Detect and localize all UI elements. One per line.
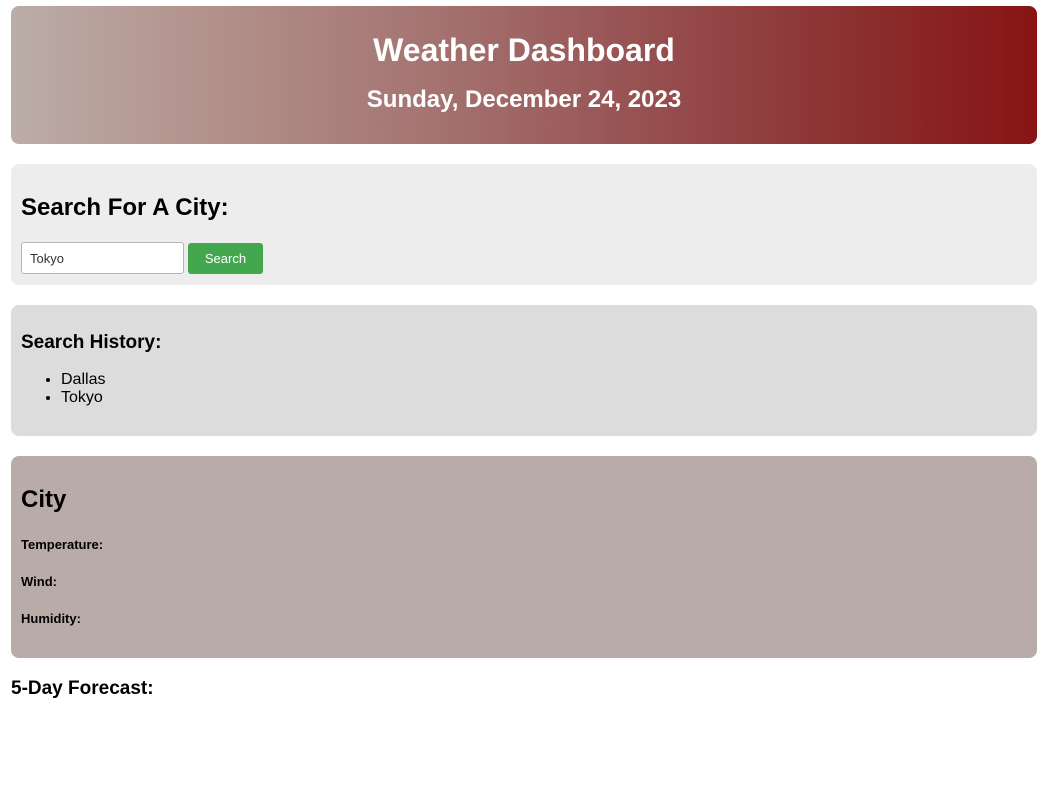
- wind-label: Wind:: [21, 574, 57, 589]
- search-history-list: Dallas Tokyo: [21, 371, 1027, 407]
- page: Weather Dashboard Sunday, December 24, 2…: [0, 0, 1049, 700]
- city-search-input[interactable]: [21, 242, 184, 274]
- history-item-dallas[interactable]: Dallas: [61, 371, 1027, 389]
- temperature-label: Temperature:: [21, 537, 104, 552]
- history-item-tokyo[interactable]: Tokyo: [61, 389, 1027, 407]
- search-row: Search: [21, 242, 1027, 274]
- current-date: Sunday, December 24, 2023: [366, 86, 682, 113]
- city-name: City: [21, 486, 67, 513]
- page-title: Weather Dashboard: [373, 32, 675, 68]
- search-panel: Search For A City: Search: [11, 164, 1037, 285]
- search-history-heading: Search History:: [21, 332, 162, 353]
- forecast-heading: 5-Day Forecast:: [11, 678, 154, 699]
- search-heading: Search For A City:: [21, 194, 229, 221]
- search-history-panel: Search History: Dallas Tokyo: [11, 305, 1037, 436]
- search-button[interactable]: Search: [188, 242, 263, 274]
- current-weather-panel: City Temperature: Wind: Humidity:: [11, 456, 1037, 658]
- humidity-label: Humidity:: [21, 611, 81, 626]
- dashboard-header: Weather Dashboard Sunday, December 24, 2…: [11, 6, 1037, 144]
